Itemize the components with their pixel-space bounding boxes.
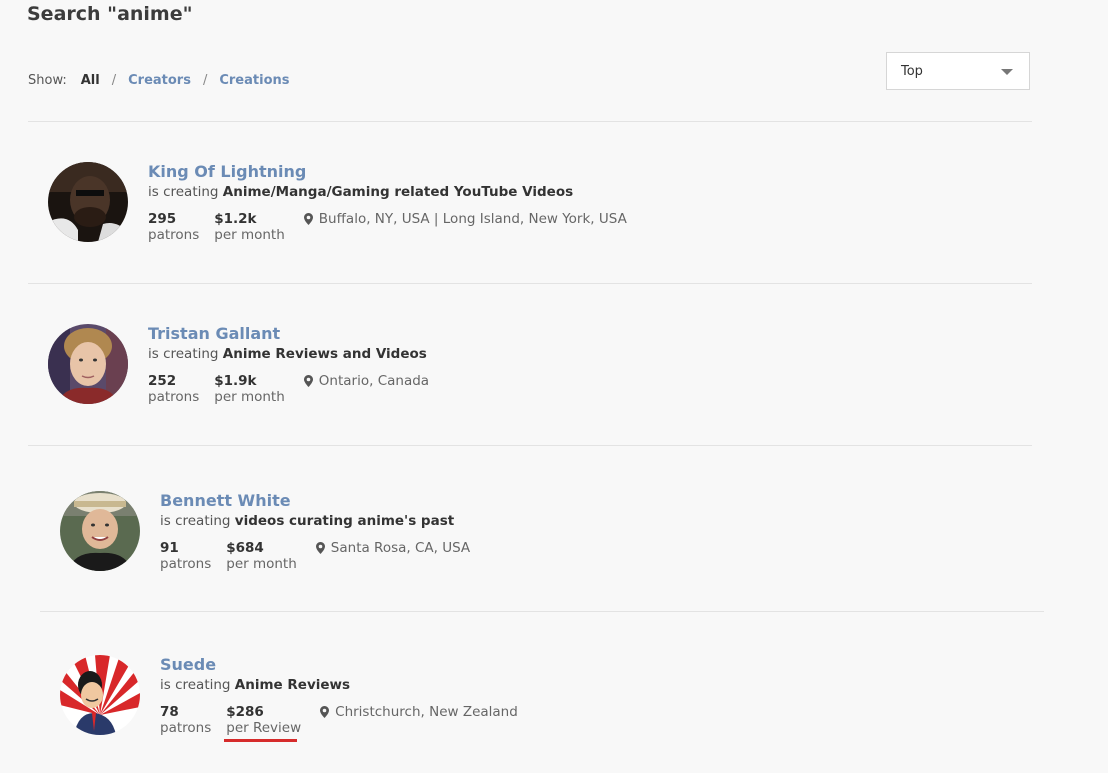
map-pin-icon xyxy=(303,213,313,225)
divider xyxy=(28,283,1032,284)
filter-bar: Show: All / Creators / Creations xyxy=(28,73,290,88)
location-text: Buffalo, NY, USA | Long Island, New York… xyxy=(318,211,627,227)
page-title: Search "anime" xyxy=(27,3,193,25)
patrons-count: 91 xyxy=(160,540,179,556)
creator-name[interactable]: King Of Lightning xyxy=(148,162,627,182)
earnings-label: per month xyxy=(226,556,297,572)
creator-description: is creating Anime Reviews xyxy=(160,676,518,694)
creator-info: Tristan Gallant is creating Anime Review… xyxy=(148,324,429,405)
creation-title: Anime/Manga/Gaming related YouTube Video… xyxy=(222,184,574,200)
earnings-label: per Review xyxy=(226,720,302,736)
is-creating-label: is creating xyxy=(148,346,219,362)
creator-name[interactable]: Bennett White xyxy=(160,491,470,511)
location: Santa Rosa, CA, USA xyxy=(315,540,471,572)
creator-description: is creating Anime Reviews and Videos xyxy=(148,345,429,363)
creator-name[interactable]: Tristan Gallant xyxy=(148,324,429,344)
patrons-count: 295 xyxy=(148,211,177,227)
earnings-stat: $286 per Review xyxy=(224,704,302,742)
patrons-stat: 78 patrons xyxy=(160,704,211,742)
chevron-down-icon xyxy=(1001,69,1013,75)
location-text: Christchurch, New Zealand xyxy=(335,704,518,720)
creator-info: King Of Lightning is creating Anime/Mang… xyxy=(148,162,627,243)
patrons-stat: 252 patrons xyxy=(148,373,199,405)
patrons-stat: 91 patrons xyxy=(160,540,211,572)
is-creating-label: is creating xyxy=(148,184,219,200)
filter-creations[interactable]: Creations xyxy=(219,73,289,88)
is-creating-label: is creating xyxy=(160,513,231,529)
avatar[interactable] xyxy=(60,491,140,571)
location: Christchurch, New Zealand xyxy=(320,704,518,742)
divider xyxy=(28,445,1032,446)
patrons-count: 78 xyxy=(160,704,179,720)
earnings-stat: $1.9k per month xyxy=(214,373,285,405)
patrons-label: patrons xyxy=(160,556,212,572)
creator-stats: 295 patrons $1.2k per month Buffalo, NY,… xyxy=(148,211,627,243)
patrons-label: patrons xyxy=(160,720,212,736)
filter-separator: / xyxy=(202,73,208,88)
avatar[interactable] xyxy=(60,655,140,735)
creation-title: Anime Reviews and Videos xyxy=(222,346,427,362)
filter-all[interactable]: All xyxy=(81,73,100,88)
patrons-label: patrons xyxy=(148,227,200,243)
avatar[interactable] xyxy=(48,162,128,242)
location-text: Ontario, Canada xyxy=(318,373,430,389)
earnings-label: per month xyxy=(214,389,285,405)
creator-name[interactable]: Suede xyxy=(160,655,518,675)
creator-stats: 91 patrons $684 per month Santa Rosa, CA… xyxy=(160,540,470,572)
creator-stats: 78 patrons $286 per Review Christchurch,… xyxy=(160,704,518,742)
is-creating-label: is creating xyxy=(160,677,231,693)
patrons-count: 252 xyxy=(148,373,177,389)
filter-creators[interactable]: Creators xyxy=(128,73,191,88)
sort-selected-value: Top xyxy=(901,64,923,79)
highlight-underline xyxy=(224,739,298,742)
earnings-amount: $684 xyxy=(226,540,264,556)
patrons-label: patrons xyxy=(148,389,200,405)
divider xyxy=(40,611,1044,612)
creation-title: Anime Reviews xyxy=(234,677,351,693)
location: Buffalo, NY, USA | Long Island, New York… xyxy=(303,211,627,243)
earnings-label: per month xyxy=(214,227,285,243)
earnings-stat: $684 per month xyxy=(226,540,297,572)
filter-separator: / xyxy=(111,73,117,88)
divider xyxy=(28,121,1032,122)
search-results-page: Search "anime" Show: All / Creators / Cr… xyxy=(0,0,1108,773)
creator-description: is creating videos curating anime's past xyxy=(160,512,470,530)
creator-stats: 252 patrons $1.9k per month Ontario, Can… xyxy=(148,373,429,405)
sort-dropdown[interactable]: Top xyxy=(886,52,1030,90)
map-pin-icon xyxy=(320,706,330,718)
creator-description: is creating Anime/Manga/Gaming related Y… xyxy=(148,183,627,201)
creation-title: videos curating anime's past xyxy=(234,513,455,529)
earnings-amount: $1.9k xyxy=(214,373,257,389)
earnings-amount: $286 xyxy=(226,704,264,720)
creator-info: Bennett White is creating videos curatin… xyxy=(160,491,470,572)
earnings-stat: $1.2k per month xyxy=(214,211,285,243)
location: Ontario, Canada xyxy=(303,373,430,405)
map-pin-icon xyxy=(303,375,313,387)
avatar[interactable] xyxy=(48,324,128,404)
patrons-stat: 295 patrons xyxy=(148,211,199,243)
map-pin-icon xyxy=(315,542,325,554)
show-label: Show: xyxy=(28,73,67,88)
location-text: Santa Rosa, CA, USA xyxy=(330,540,471,556)
creator-info: Suede is creating Anime Reviews 78 patro… xyxy=(160,655,518,742)
earnings-amount: $1.2k xyxy=(214,211,257,227)
